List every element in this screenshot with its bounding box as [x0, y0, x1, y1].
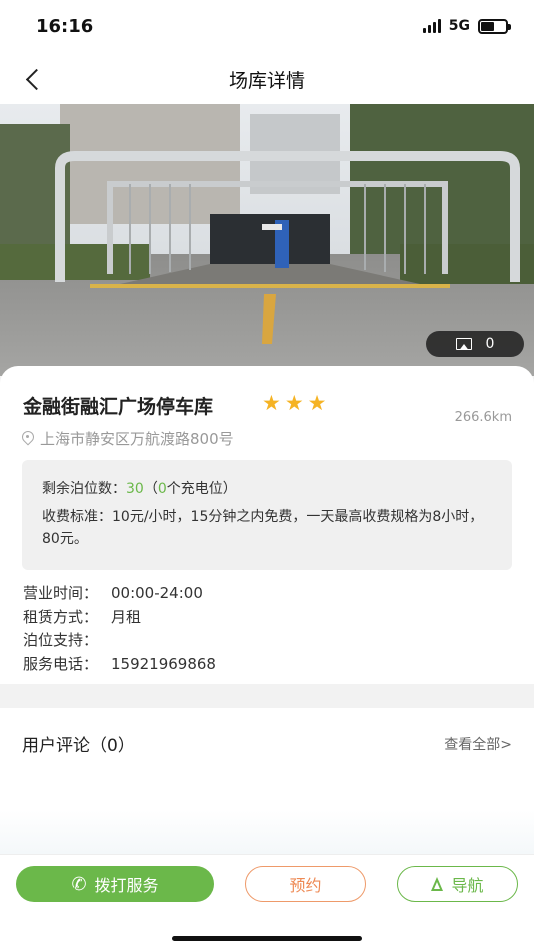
detail-value: 00:00-24:00 — [111, 584, 203, 602]
call-service-button[interactable]: ✆ 拨打服务 — [16, 866, 214, 902]
detail-label: 租赁方式： — [23, 607, 99, 626]
charging-suffix: 个充电位） — [166, 481, 237, 497]
detail-label: 营业时间： — [23, 584, 99, 602]
detail-label: 泊位支持： — [23, 631, 99, 649]
navigate-button-label: 导航 — [451, 876, 484, 895]
detail-row-hours: 营业时间： 00:00-24:00 — [23, 582, 216, 606]
photo-count-badge[interactable]: 0 — [426, 331, 524, 357]
detail-row-phone: 服务电话： 15921969868 — [23, 653, 216, 677]
detail-label: 服务电话： — [23, 654, 99, 673]
detail-row-lease: 租赁方式： 月租 — [23, 606, 216, 630]
navigate-button[interactable]: 导航 — [397, 866, 518, 902]
availability-box: 剩余泊位数：30（0个充电位） 收费标准：10元/小时，15分钟之内免费，一天最… — [22, 460, 512, 570]
star-rating: ★ ★ ★ — [262, 392, 326, 414]
remaining-value: 30 — [126, 481, 144, 497]
location-pin-icon — [22, 431, 34, 447]
address-text: 上海市静安区万航渡路800号 — [40, 430, 234, 448]
address: 上海市静安区万航渡路800号 — [22, 428, 234, 449]
call-button-label: 拨打服务 — [94, 876, 159, 895]
phone-number[interactable]: 15921969868 — [111, 653, 216, 677]
garage-photo[interactable]: 0 — [0, 104, 534, 376]
fee-label: 收费标准： — [42, 509, 112, 525]
status-bar: 16:16 5G — [0, 0, 534, 54]
page-title: 场库详情 — [228, 70, 305, 92]
detail-value: 月租 — [111, 607, 142, 626]
phone-icon: ✆ — [71, 873, 87, 895]
cellular-signal-icon — [422, 19, 441, 33]
garage-name: 金融街融汇广场停车库 — [23, 396, 214, 418]
network-type: 5G — [448, 18, 470, 34]
detail-list: 营业时间： 00:00-24:00 租赁方式： 月租 泊位支持： 服务电话： 1… — [23, 582, 216, 676]
reviews-title: 用户评论（0） — [22, 736, 135, 756]
remaining-spaces: 剩余泊位数：30（0个充电位） — [42, 478, 492, 500]
home-indicator[interactable] — [172, 936, 362, 941]
reserve-button-label: 预约 — [289, 876, 322, 895]
photo-count-value: 0 — [485, 336, 495, 352]
star-icon: ★ — [284, 391, 304, 415]
garage-info-card: 金融街融汇广场停车库 ★ ★ ★ 266.6km 上海市静安区万航渡路800号 … — [0, 366, 534, 684]
status-indicators: 5G — [422, 18, 511, 34]
charging-value: 0 — [157, 481, 167, 497]
remaining-label: 剩余泊位数： — [42, 481, 126, 497]
star-icon: ★ — [262, 391, 281, 415]
battery-icon — [478, 18, 511, 34]
fee-standard: 收费标准：10元/小时，15分钟之内免费，一天最高收费规格为8小时，80元。 — [42, 506, 492, 550]
view-all-reviews-link[interactable]: 查看全部> — [444, 734, 512, 754]
status-time: 16:16 — [36, 16, 94, 37]
reviews-section: 用户评论（0） 查看全部> — [0, 708, 534, 854]
bottom-action-bar: ✆ 拨打服务 预约 导航 — [0, 854, 534, 950]
navigation-bar: 场库详情 — [0, 54, 534, 104]
image-icon — [455, 338, 472, 350]
navigation-arrow-icon — [431, 877, 444, 891]
detail-row-support: 泊位支持： — [23, 629, 216, 653]
star-icon: ★ — [307, 391, 327, 415]
charging-open: （ — [143, 481, 158, 497]
distance: 266.6km — [454, 410, 512, 425]
reserve-button[interactable]: 预约 — [245, 866, 366, 902]
